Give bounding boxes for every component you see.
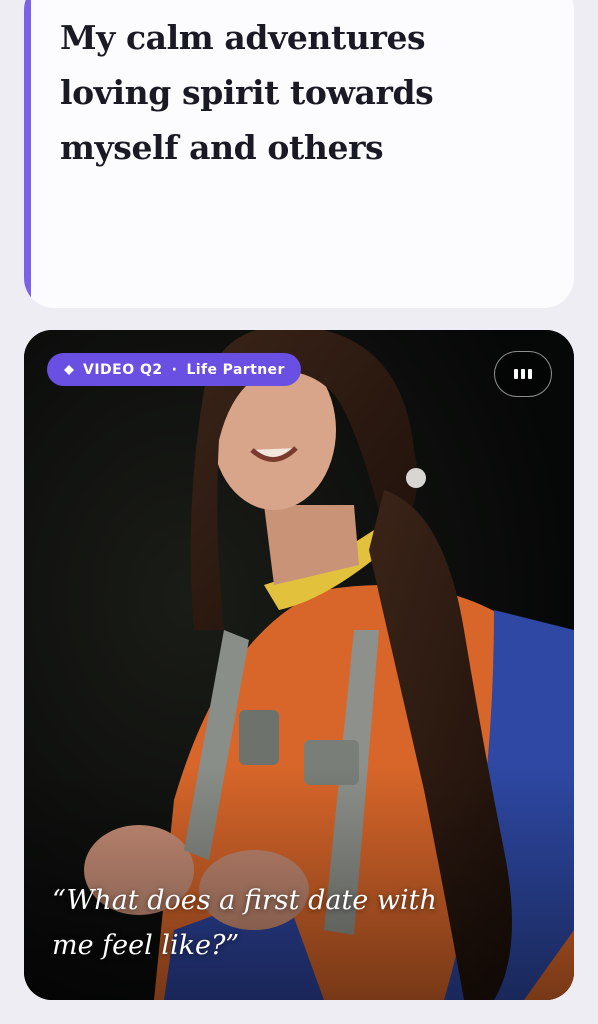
- video-prompt-card[interactable]: VIDEO Q2 · Life Partner “What does a fir…: [24, 330, 574, 1000]
- badge-category: Life Partner: [186, 361, 285, 378]
- badge-separator: ·: [171, 361, 178, 378]
- audio-bars-icon: [514, 369, 518, 379]
- audio-button[interactable]: [494, 351, 552, 397]
- badge-label: VIDEO Q2: [83, 361, 163, 378]
- prompt-answer-card[interactable]: My calm adventures loving spirit towards…: [24, 0, 574, 308]
- diamond-icon: [64, 364, 74, 375]
- question-badge: VIDEO Q2 · Life Partner: [47, 353, 301, 386]
- profile-page: My calm adventures loving spirit towards…: [0, 0, 598, 1024]
- accent-bar: [24, 0, 31, 308]
- video-question-text: “What does a first date with me feel lik…: [52, 885, 437, 961]
- prompt-answer-text: My calm adventures loving spirit towards…: [60, 18, 434, 167]
